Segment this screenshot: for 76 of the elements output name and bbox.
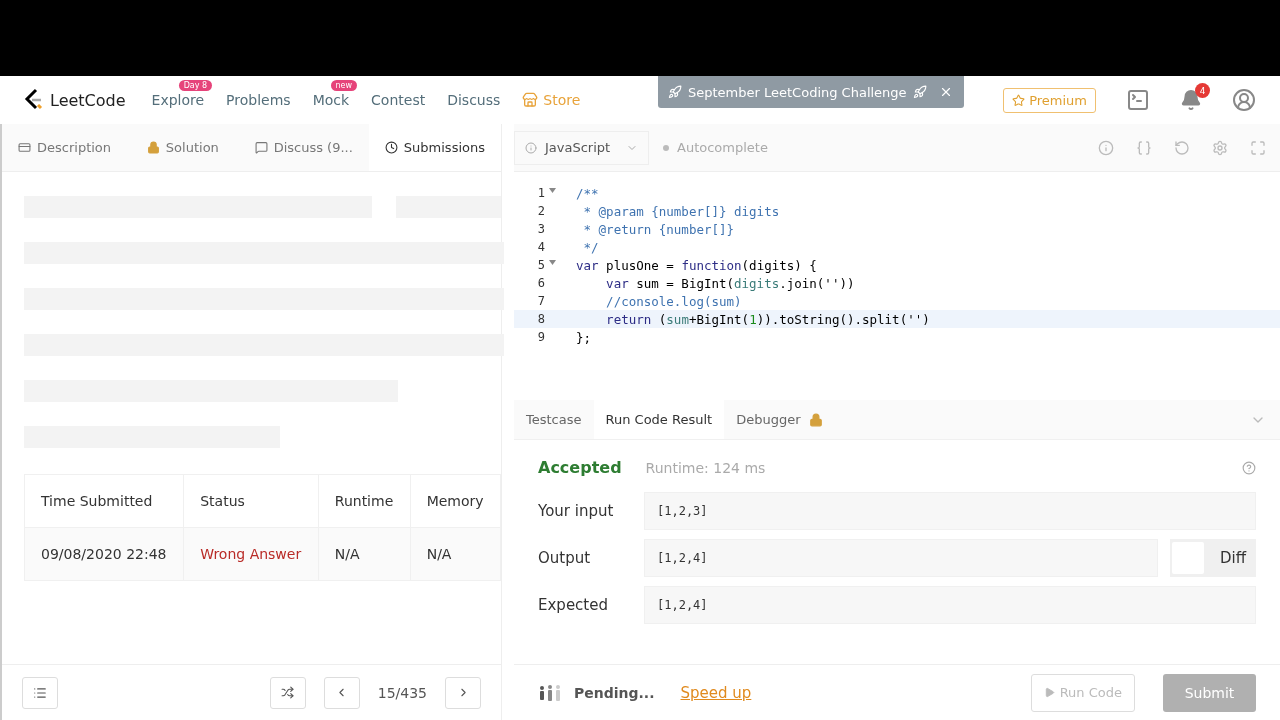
reset-icon[interactable] [1174,139,1190,156]
result-value: [1,2,4] [644,539,1158,577]
code-line: 7 //console.log(sum) [536,292,743,310]
code-line: 3 * @return {number[]} [536,220,736,238]
runtime-text: Runtime: 124 ms [645,459,766,476]
language-select[interactable]: JavaScript [514,130,649,165]
code-line: 1 /** [536,184,600,202]
result-value: [1,2,3] [644,492,1256,530]
result-label: Output [538,549,592,567]
logo-text: LeetCode [50,90,126,110]
table-cell: Wrong Answer [183,527,319,581]
description-icon [18,141,31,154]
settings-icon[interactable] [1212,139,1228,156]
notification-count: 4 [1195,83,1210,98]
page-counter: 15/435 [377,684,427,701]
panel-tab[interactable]: Description [2,124,128,171]
logo[interactable]: LeetCode [24,88,126,112]
lock-icon [146,141,160,154]
code-line: 2 * @param {number[]} digits [536,202,781,220]
fold-icon[interactable] [549,260,556,265]
list-button[interactable] [22,676,58,709]
column-header: Memory [410,474,501,528]
table-cell: N/A [318,527,411,581]
rocket-icon [912,85,927,99]
terminal-icon[interactable] [1126,88,1150,112]
info-icon [525,141,537,154]
pending-status: Pending... [574,684,655,701]
fullscreen-icon[interactable] [1250,139,1266,156]
nav-badge: new [330,80,358,91]
star-icon [1012,93,1026,107]
next-button[interactable] [445,676,481,709]
panel-tab[interactable]: Solution [127,124,239,171]
column-header: Status [183,474,319,528]
avatar-icon[interactable] [1232,88,1256,112]
help-icon[interactable] [1242,460,1256,475]
result-status: Accepted [538,458,622,477]
result-tab[interactable]: Testcase [514,400,594,439]
store-icon [522,92,539,108]
column-header: Time Submitted [24,474,184,528]
people-icon [538,683,562,702]
result-label: Your input [538,502,615,520]
shuffle-button[interactable] [269,676,306,709]
rocket-icon [668,85,682,99]
logo-icon [24,88,44,112]
braces-icon[interactable] [1136,139,1152,156]
banner-text: September LeetCoding Challenge [688,84,907,100]
result-tab[interactable]: Debugger [724,400,835,439]
nav-link[interactable]: Explore [151,92,205,108]
challenge-banner[interactable]: September LeetCoding Challenge [658,76,964,108]
clock-icon [384,141,398,154]
comment-icon [254,141,268,154]
diff-toggle[interactable]: Diff [1170,539,1256,577]
previous-button[interactable] [323,676,360,709]
result-label: Expected [538,596,609,614]
nav-link[interactable]: Discuss [447,92,501,108]
code-line: 9 }; [536,328,593,346]
table-cell: 09/08/2020 22:48 [24,527,184,581]
nav-link[interactable]: Contest [371,92,426,108]
list-icon [33,685,47,700]
code-line: 5 var plusOne = function(digits) { [536,256,818,274]
code-line: 6 var sum = BigInt(digits.join('')) [536,274,856,292]
fold-icon[interactable] [549,188,556,193]
nav-link[interactable]: Mock [312,92,350,108]
panel-tab[interactable]: Discuss (9... [238,124,369,171]
column-header: Runtime [318,474,411,528]
nav-link[interactable]: Problems [226,92,291,108]
nav-badge: Day 8 [178,80,213,91]
play-icon [1043,687,1055,698]
table-cell: N/A [410,527,501,581]
result-value: [1,2,4] [644,586,1256,624]
bell-icon[interactable] [1180,89,1202,111]
info-icon[interactable] [1098,139,1114,156]
result-tab[interactable]: Run Code Result [593,400,725,439]
shuffle-icon [281,686,295,699]
code-line: 4 */ [536,238,600,256]
panel-tab[interactable]: Submissions [368,124,501,171]
